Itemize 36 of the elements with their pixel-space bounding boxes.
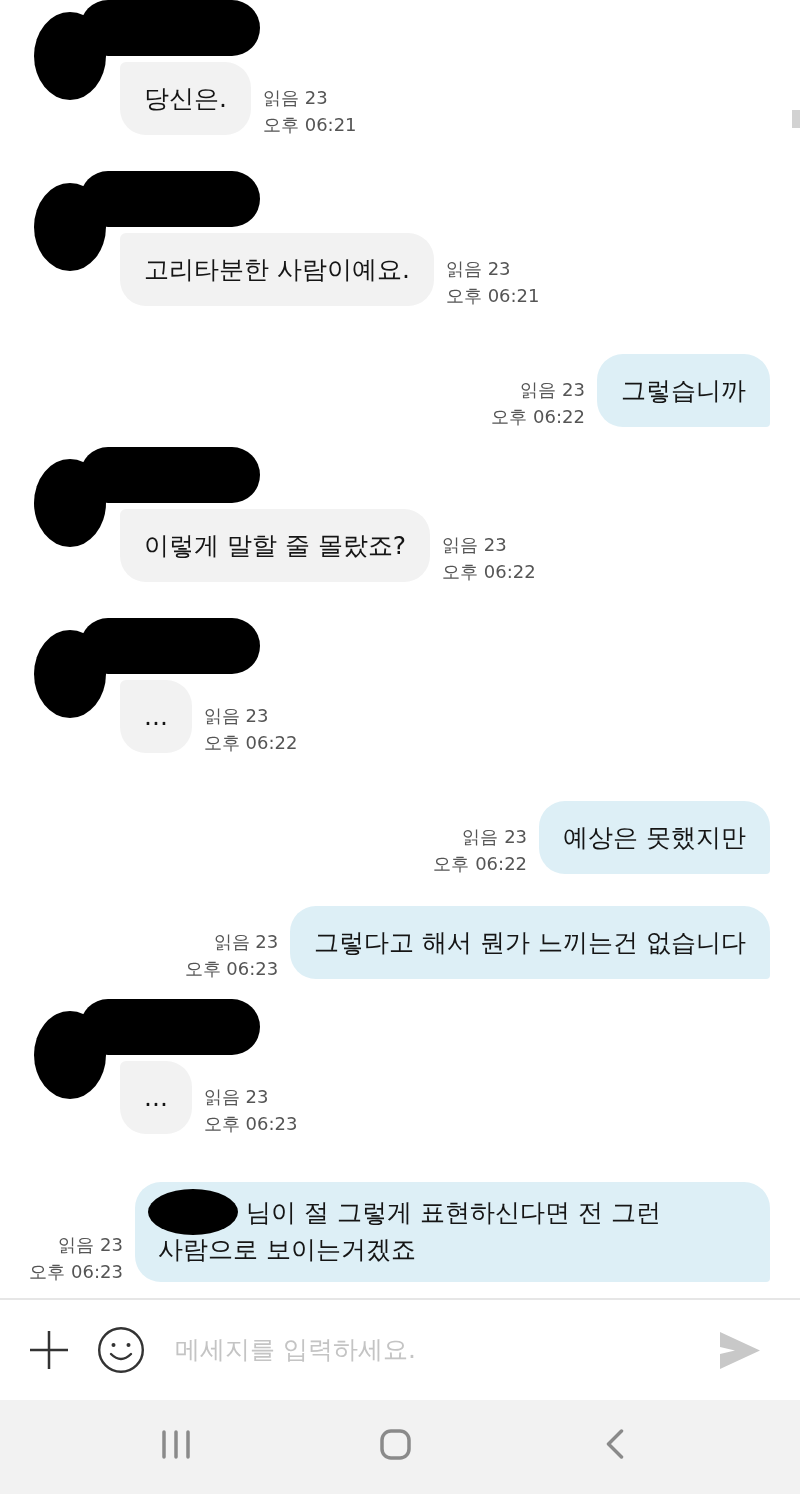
read-count: 읽음 23 [58,1233,123,1257]
message-time: 오후 06:23 [29,1260,123,1284]
read-count: 읽음 23 [520,378,585,402]
message-time: 오후 06:23 [203,1112,298,1136]
send-icon[interactable] [720,1331,760,1369]
scroll-indicator [792,110,800,128]
message-text: ... [144,701,168,733]
read-count: 읽음 23 [213,930,279,954]
message-time: 오후 06:22 [491,405,585,429]
message-text: 사람으로 보이는거겠죠 [158,1234,416,1266]
message-time: 오후 06:21 [445,284,540,308]
home-icon[interactable] [380,1428,411,1460]
message-input[interactable]: 메세지를 입력하세요. [175,1332,710,1368]
read-count: 읽음 23 [262,86,328,110]
message-text: 그렇습니까 [621,375,746,407]
plus-icon[interactable] [30,1331,68,1369]
read-count: 읽음 23 [203,704,269,728]
recent-apps-icon[interactable] [162,1429,190,1459]
message-time: 오후 06:21 [262,113,357,137]
read-count: 읽음 23 [442,533,507,557]
message-time: 오후 06:22 [203,731,298,755]
message-time: 오후 06:22 [442,560,536,584]
message-time: 오후 06:23 [184,957,279,981]
message-text: 이렇게 말할 줄 몰랐죠? [144,530,407,562]
back-icon[interactable] [606,1429,624,1459]
read-count: 읽음 23 [445,257,511,281]
read-count: 읽음 23 [203,1085,269,1109]
message-text: 당신은. [144,83,227,115]
message-text: 그렇다고 해서 뭔가 느끼는건 없습니다 [314,927,746,959]
message-text: 예상은 못했지만 [563,822,746,854]
message-text: 님이 절 그렇게 표현하신다면 전 그런 [246,1197,661,1229]
message-text: ... [144,1082,168,1114]
message-time: 오후 06:22 [433,852,528,876]
smiley-icon[interactable] [98,1327,144,1373]
message-text: 고리타분한 사람이예요. [144,254,410,286]
read-count: 읽음 23 [462,825,528,849]
